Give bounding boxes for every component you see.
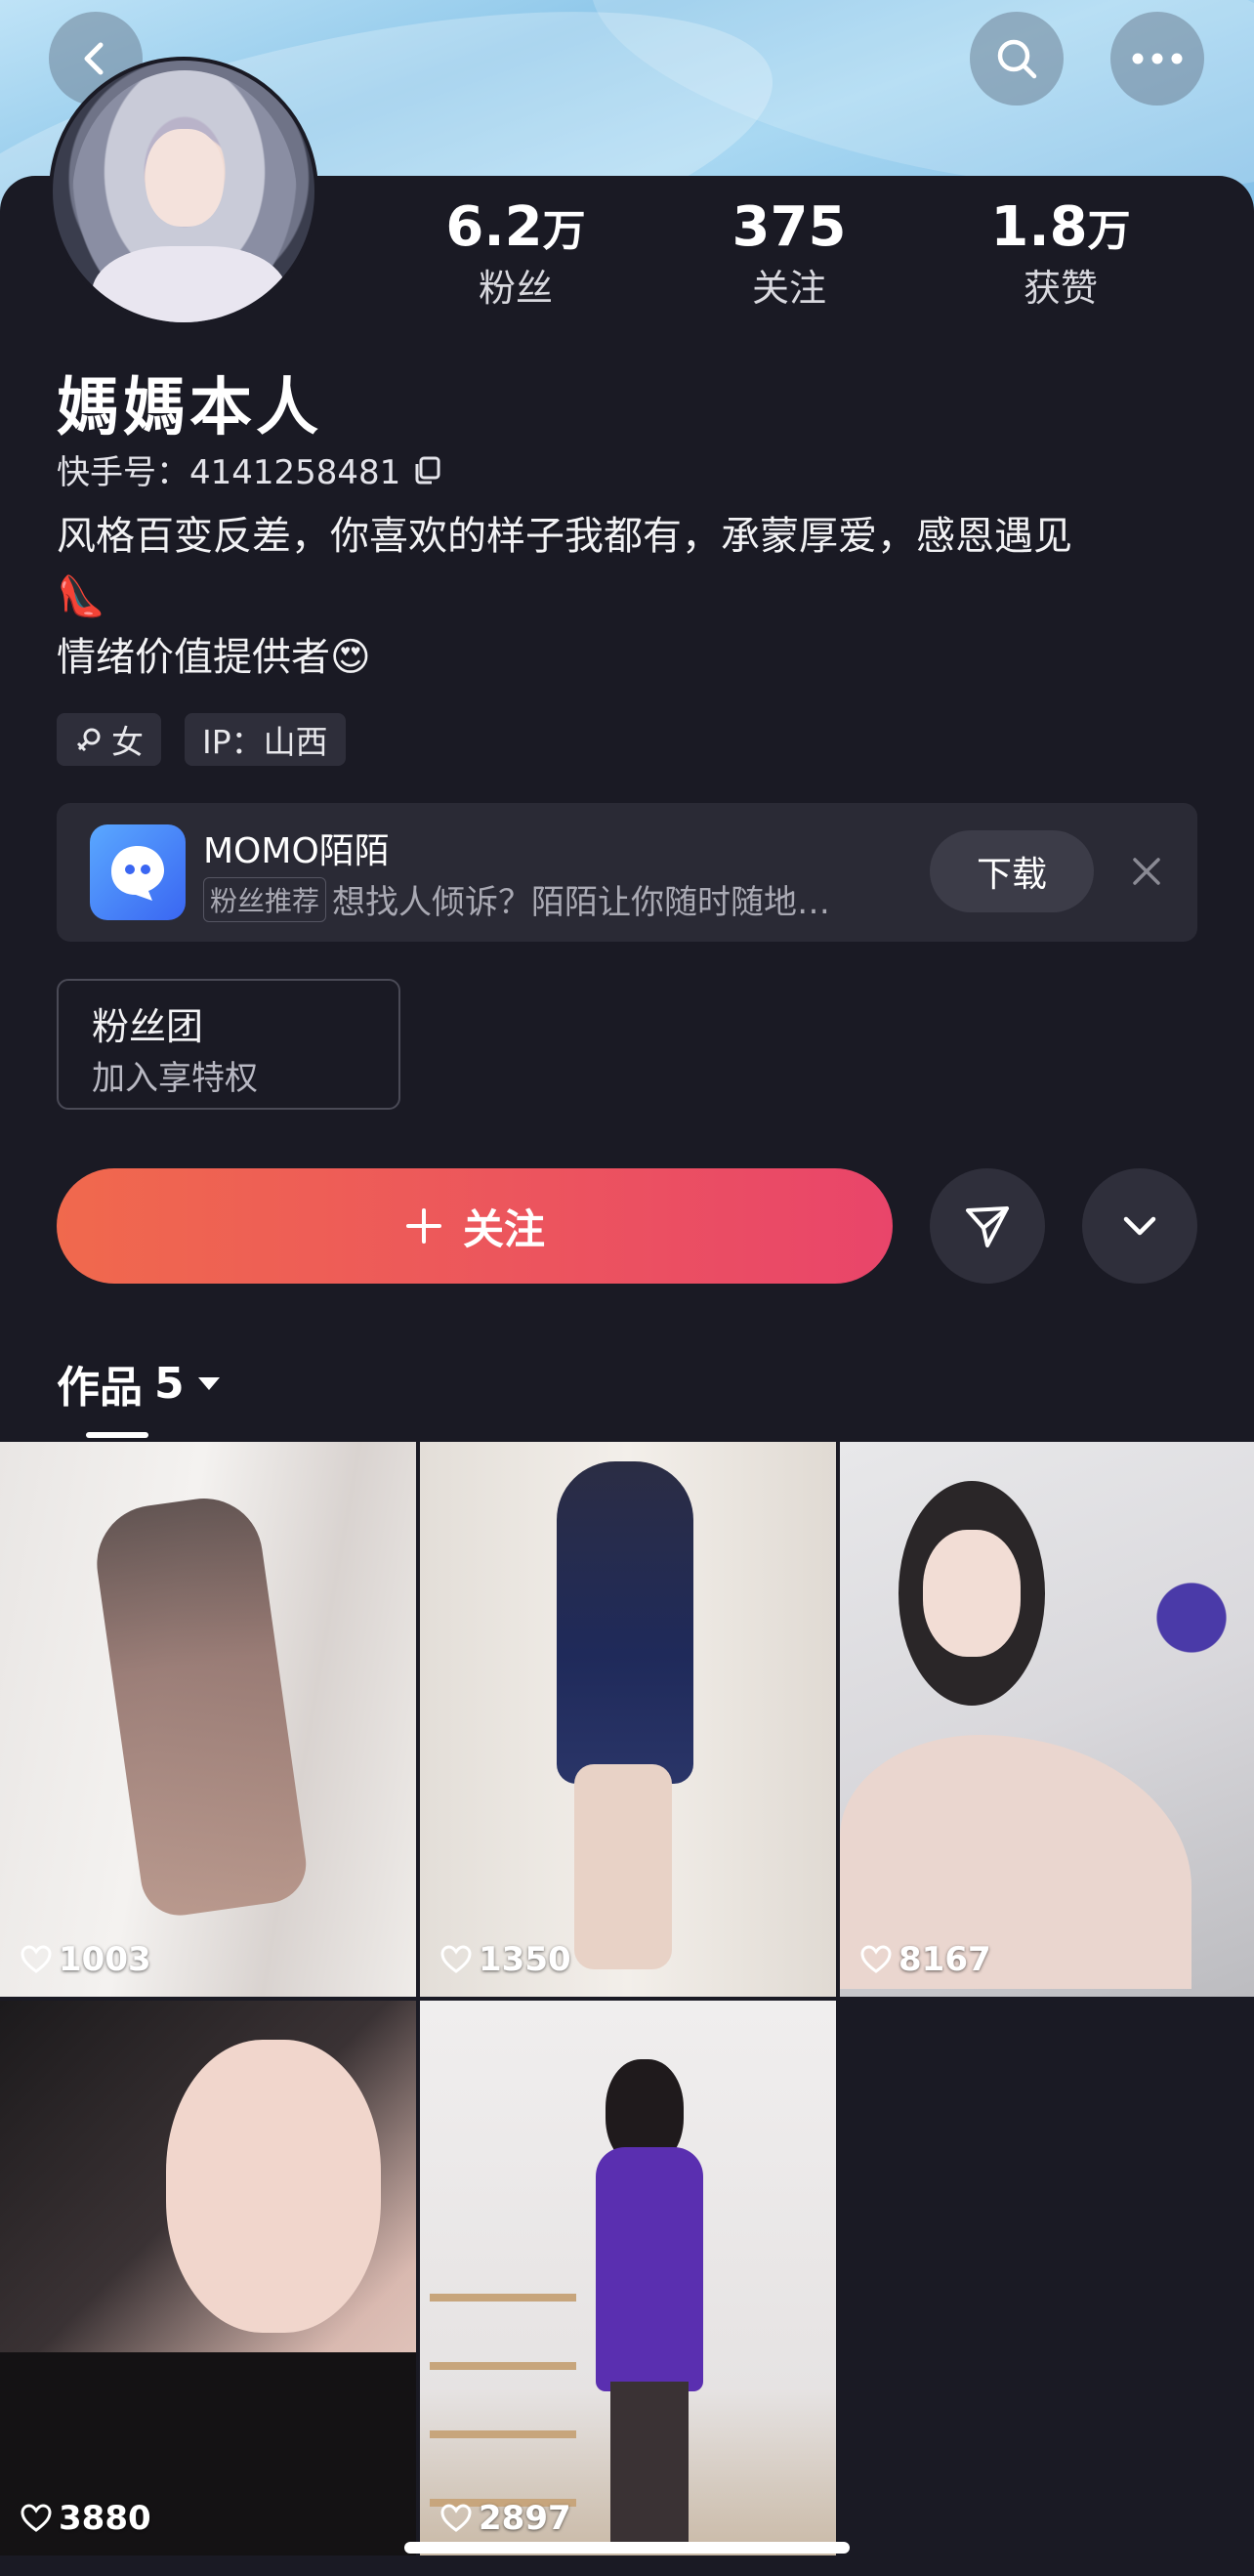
stat-fans-label: 粉丝 [478, 267, 553, 310]
works-count: 5 [154, 1358, 185, 1409]
high-heel-emoji: 👠 [57, 574, 105, 619]
search-icon [997, 39, 1037, 79]
work-thumbnail-2[interactable]: 1350 [420, 1442, 836, 1997]
bio-line-1: 风格百变反差，你喜欢的样子我都有，承蒙厚爱，感恩遇见 [57, 514, 1072, 559]
stat-likes[interactable]: 1.8万 获赞 [953, 195, 1168, 313]
work-likes-count-3: 8167 [899, 1940, 991, 1979]
home-indicator[interactable] [404, 2542, 850, 2554]
works-label: 作品 [57, 1363, 143, 1413]
work-likes-count-1: 1003 [59, 1940, 151, 1979]
follow-label: 关注 [462, 1204, 545, 1253]
heart-icon [21, 2504, 52, 2532]
ad-subtitle: 粉丝推荐 想找人倾诉？陌陌让你随时随地… [203, 875, 830, 923]
tab-indicator [86, 1432, 148, 1438]
share-button[interactable] [930, 1168, 1045, 1284]
work-thumbnail-5[interactable]: 2897 [420, 2001, 836, 2555]
stat-following-value: 375 [732, 195, 847, 259]
user-id-text: 快手号：4141258481 [57, 453, 401, 492]
more-button[interactable] [1110, 12, 1204, 106]
tab-works[interactable]: 作品 5 [57, 1352, 222, 1415]
stat-fans-value: 6.2 [445, 195, 543, 259]
bio-line-2: 情绪价值提供者 [57, 635, 330, 680]
ip-label: IP：山西 [202, 723, 328, 761]
ad-close-button[interactable] [1117, 842, 1176, 901]
close-icon [1133, 858, 1160, 885]
work-likes-count-2: 1350 [479, 1940, 571, 1979]
gender-label: 女 [111, 723, 144, 761]
gender-tag: 女 [57, 713, 161, 766]
copy-icon[interactable] [412, 454, 443, 486]
chevron-left-icon [84, 42, 104, 75]
heart-icon [21, 1945, 52, 1973]
heart-icon [440, 1945, 472, 1973]
caret-down-icon [197, 1377, 220, 1390]
heart-icon [440, 2504, 472, 2532]
fan-club-title: 粉丝团 [92, 1005, 204, 1048]
fan-club-subtitle: 加入享特权 [92, 1059, 258, 1098]
ad-text: 想找人倾诉？陌陌让你随时随地… [332, 883, 831, 922]
work-likes-count-4: 3880 [59, 2499, 151, 2538]
stat-fans[interactable]: 6.2万 粉丝 [408, 195, 623, 313]
heart-eyes-emoji: 😍 [330, 635, 371, 680]
plus-icon [405, 1208, 441, 1244]
work-likes-1: 1003 [20, 1940, 151, 1979]
expand-button[interactable] [1082, 1168, 1197, 1284]
ip-tag: IP：山西 [185, 713, 346, 766]
work-thumbnail-1[interactable]: 1003 [0, 1442, 416, 1997]
profile-name: 媽媽本人 [57, 372, 322, 444]
user-id: 快手号：4141258481 [57, 445, 443, 493]
work-likes-4: 3880 [20, 2499, 151, 2538]
profile-bio: 风格百变反差，你喜欢的样子我都有，承蒙厚爱，感恩遇见 👠 情绪价值提供者😍 [57, 506, 1209, 688]
female-icon [76, 728, 101, 752]
more-horizontal-icon [1132, 53, 1183, 64]
stat-following-label: 关注 [751, 267, 826, 310]
search-button[interactable] [970, 12, 1064, 106]
ad-card[interactable]: MOMO陌陌 粉丝推荐 想找人倾诉？陌陌让你随时随地… 下载 [57, 803, 1197, 942]
follow-button[interactable]: 关注 [57, 1168, 893, 1284]
fan-club-card[interactable]: 粉丝团 加入享特权 [57, 979, 400, 1110]
work-thumbnail-4[interactable]: 3880 [0, 2001, 416, 2555]
stat-following[interactable]: 375 关注 [682, 195, 897, 313]
heart-icon [860, 1945, 892, 1973]
avatar[interactable] [49, 57, 318, 326]
stat-likes-label: 获赞 [1023, 267, 1098, 310]
send-icon [966, 1206, 1009, 1247]
work-likes-2: 1350 [439, 1940, 571, 1979]
chevron-down-icon [1123, 1216, 1156, 1236]
stat-fans-unit: 万 [542, 206, 586, 256]
profile-tags: 女 IP：山西 [57, 713, 346, 766]
stat-likes-unit: 万 [1087, 206, 1131, 256]
ad-title: MOMO陌陌 [203, 831, 390, 871]
work-likes-5: 2897 [439, 2499, 571, 2538]
ad-badge: 粉丝推荐 [203, 876, 327, 922]
work-thumbnail-3[interactable]: 8167 [840, 1442, 1254, 1997]
ad-download-button[interactable]: 下载 [930, 830, 1094, 912]
momo-logo-icon [90, 824, 186, 920]
work-likes-3: 8167 [859, 1940, 991, 1979]
stat-likes-value: 1.8 [990, 195, 1088, 259]
work-likes-count-5: 2897 [479, 2499, 571, 2538]
